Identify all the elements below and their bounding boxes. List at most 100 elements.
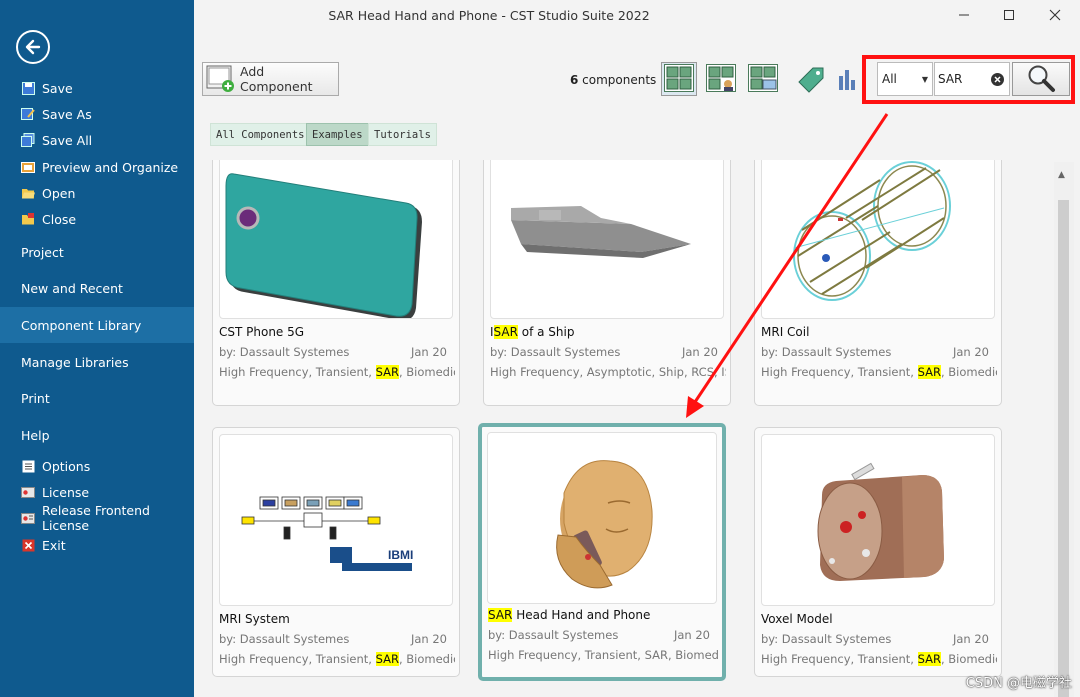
card-date: Jan 20 [952, 632, 989, 646]
category-filter-dropdown[interactable]: All ▼ [877, 62, 933, 96]
sidebar-item-preview-organize[interactable]: Preview and Organize [0, 155, 194, 179]
sidebar-section-label: Component Library [21, 317, 142, 333]
list-view-icon [748, 63, 778, 95]
card-title: MRI Coil [761, 325, 810, 339]
sidebar-item-close[interactable]: Close [0, 207, 194, 231]
maximize-icon[interactable] [994, 4, 1024, 26]
sidebar-item-save-as[interactable]: Save As [0, 102, 194, 126]
tag-icon[interactable] [795, 62, 825, 96]
grid-view-icon [664, 63, 694, 95]
sidebar-item-save-all[interactable]: Save All [0, 128, 194, 152]
list-view-button[interactable] [745, 62, 781, 96]
large-icons-view-button[interactable] [661, 62, 697, 96]
component-grid: CST Phone 5G by: Dassault Systemes Jan 2… [194, 160, 1080, 697]
sidebar-section-project[interactable]: Project [0, 240, 194, 264]
search-match-highlight: SAR [493, 325, 518, 339]
add-component-label: Add Component [240, 64, 313, 94]
sidebar-section-print[interactable]: Print [0, 386, 194, 410]
sidebar-item-open[interactable]: Open [0, 181, 194, 205]
scroll-up-arrow-icon[interactable]: ▲ [1058, 170, 1065, 180]
card-author: by: Dassault Systemes [490, 345, 621, 359]
tab-examples[interactable]: Examples [306, 123, 369, 146]
sidebar-item-label: Save [42, 80, 73, 96]
add-component-icon [206, 65, 236, 93]
chart-filter-icon[interactable] [836, 62, 860, 96]
search-input[interactable]: SAR [934, 62, 1010, 96]
details-view-button[interactable] [703, 62, 739, 96]
card-thumbnail [761, 434, 995, 606]
sidebar-section-new-recent[interactable]: New and Recent [0, 276, 194, 300]
search-match-highlight: SAR [375, 652, 399, 666]
sidebar-item-label: Exit [42, 537, 66, 553]
card-title: SAR Head Hand and Phone [488, 608, 651, 622]
details-view-icon [706, 63, 736, 95]
tab-tutorials[interactable]: Tutorials [368, 123, 437, 146]
search-match-highlight: SAR [488, 608, 513, 622]
sidebar-section-component-library[interactable]: Component Library [0, 307, 194, 343]
dropdown-caret-icon: ▼ [921, 75, 928, 84]
close-window-icon[interactable] [1040, 4, 1070, 26]
sidebar-item-label: Save As [42, 106, 92, 122]
component-card-mri-system[interactable]: IBMI MRI System by: Dassault Systemes Ja… [212, 427, 460, 677]
sidebar-section-label: Manage Libraries [21, 354, 129, 370]
card-author: by: Dassault Systemes [761, 632, 892, 646]
sidebar-item-save[interactable]: Save [0, 76, 194, 100]
component-card-isar-ship[interactable]: ISAR of a Ship by: Dassault Systemes Jan… [483, 160, 731, 406]
sidebar-item-options[interactable]: Options [0, 454, 194, 478]
card-tags: High Frequency, Transient, SAR, Biomedic… [761, 652, 997, 666]
card-tags: High Frequency, Transient, SAR, Biomedic… [761, 365, 997, 379]
vertical-scrollbar[interactable]: ▲ [1054, 162, 1074, 697]
card-date: Jan 20 [673, 628, 710, 642]
component-card-mri-coil[interactable]: MRI Coil by: Dassault Systemes Jan 20 Hi… [754, 160, 1002, 406]
back-arrow-icon[interactable] [16, 30, 50, 64]
sidebar-item-label: Save All [42, 132, 93, 148]
sidebar-section-label: New and Recent [21, 280, 123, 296]
card-thumbnail: IBMI [219, 434, 453, 606]
add-component-button[interactable]: Add Component [202, 62, 339, 96]
folder-open-icon [21, 186, 35, 200]
sidebar-item-label: Release Frontend License [42, 503, 150, 533]
window-title: SAR Head Hand and Phone - CST Studio Sui… [328, 8, 650, 23]
card-title: MRI System [219, 612, 290, 626]
card-date: Jan 20 [952, 345, 989, 359]
exit-icon [21, 538, 35, 552]
clear-search-icon[interactable] [991, 73, 1004, 86]
sidebar-section-manage-libraries[interactable]: Manage Libraries [0, 350, 194, 374]
card-thumbnail [761, 160, 995, 319]
card-title: Voxel Model [761, 612, 833, 626]
component-card-sar-head-hand-phone[interactable]: SAR Head Hand and Phone by: Dassault Sys… [478, 423, 726, 681]
sidebar-item-label: Open [42, 185, 76, 201]
license-icon [21, 485, 35, 499]
tab-label: Examples [312, 128, 363, 141]
sidebar-item-label: Close [42, 211, 77, 227]
minimize-icon[interactable] [949, 4, 979, 26]
component-count-suffix: components [578, 73, 657, 87]
sidebar-item-release-frontend-license[interactable]: Release Frontend License [0, 503, 194, 533]
scrollbar-thumb[interactable] [1058, 200, 1069, 697]
search-input-value: SAR [938, 72, 963, 86]
card-date: Jan 20 [410, 632, 447, 646]
preview-icon [21, 160, 35, 174]
sidebar-section-help[interactable]: Help [0, 423, 194, 447]
options-icon [21, 459, 35, 473]
sidebar-item-license[interactable]: License [0, 480, 194, 504]
backstage-sidebar: Save Save As Save All Preview and Organi… [0, 0, 194, 697]
card-tags: High Frequency, Transient, SAR, Biomedic… [219, 652, 455, 666]
card-author: by: Dassault Systemes [488, 628, 619, 642]
search-match-highlight: SAR [375, 365, 399, 379]
watermark-text: CSDN @电磁学社 [965, 676, 1072, 691]
folder-close-icon [21, 212, 35, 226]
title-bar: SAR Head Hand and Phone - CST Studio Sui… [194, 0, 1080, 52]
component-card-cst-phone-5g[interactable]: CST Phone 5G by: Dassault Systemes Jan 2… [212, 160, 460, 406]
tab-label: Tutorials [374, 128, 431, 141]
sidebar-item-label: License [42, 484, 90, 500]
search-button[interactable] [1012, 62, 1070, 96]
sidebar-item-exit[interactable]: Exit [0, 533, 194, 557]
sidebar-section-label: Project [21, 244, 64, 260]
card-author: by: Dassault Systemes [219, 345, 350, 359]
search-icon [1026, 63, 1056, 96]
card-author: by: Dassault Systemes [761, 345, 892, 359]
tab-all-components[interactable]: All Components [210, 123, 311, 146]
save-icon [21, 81, 35, 95]
component-card-voxel-model[interactable]: Voxel Model by: Dassault Systemes Jan 20… [754, 427, 1002, 677]
